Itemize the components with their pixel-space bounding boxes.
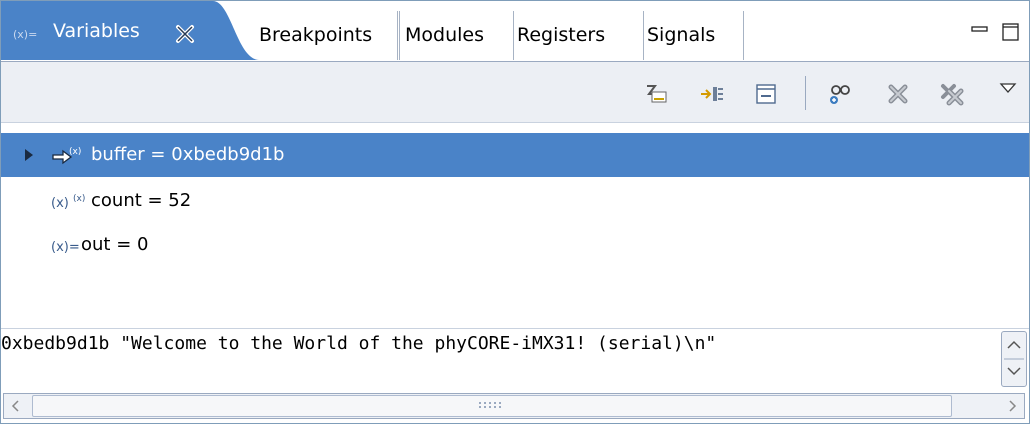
scroll-arrows-icon[interactable] — [1002, 332, 1026, 386]
horizontal-scrollbar[interactable] — [3, 393, 1025, 419]
tab-label: Signals — [647, 24, 716, 46]
scroll-left-icon[interactable] — [4, 394, 28, 418]
variable-label: out = 0 — [81, 234, 149, 255]
tree-row-buffer[interactable]: (x) buffer = 0xbedb9d1b — [1, 133, 1029, 177]
minimize-icon[interactable] — [969, 21, 991, 43]
svg-text:(x)=: (x)= — [13, 28, 37, 41]
tree-row-count[interactable]: (x) (x) count = 52 — [1, 179, 1029, 223]
variables-view: (x)= Variables Breakpoints Modules Regis… — [0, 0, 1030, 424]
close-tab-icon[interactable] — [174, 23, 196, 45]
view-toolbar — [1, 62, 1029, 123]
maximize-icon[interactable] — [1000, 21, 1022, 43]
tab-strip: (x)= Variables Breakpoints Modules Regis… — [1, 1, 1029, 62]
variables-icon: (x)= — [13, 27, 49, 45]
pointer-variable-icon: (x) — [51, 145, 81, 171]
detail-text[interactable]: 0xbedb9d1b "Welcome to the World of the … — [1, 333, 716, 354]
add-watch-icon[interactable] — [827, 82, 853, 106]
scrollbar-thumb[interactable] — [32, 395, 952, 417]
toolbar-separator — [805, 76, 806, 110]
tab-signals[interactable]: Signals — [639, 11, 744, 60]
tab-variables[interactable]: (x)= Variables — [1, 1, 259, 61]
tab-registers[interactable]: Registers — [509, 11, 644, 60]
tab-label: Breakpoints — [259, 24, 373, 46]
remove-icon[interactable] — [885, 82, 911, 106]
vertical-scrollbar[interactable] — [1001, 331, 1027, 387]
variables-tree[interactable]: (x) buffer = 0xbedb9d1b (x) (x) count = … — [1, 123, 1029, 328]
detail-pane[interactable]: 0xbedb9d1b "Welcome to the World of the … — [1, 328, 1029, 423]
view-menu-icon[interactable] — [997, 78, 1023, 102]
svg-text:(x): (x) — [73, 194, 85, 204]
tab-label: Registers — [517, 24, 606, 46]
tree-row-out[interactable]: (x)= out = 0 — [1, 223, 1029, 267]
collapse-all-icon[interactable] — [753, 82, 779, 106]
svg-text:(x): (x) — [51, 196, 69, 211]
svg-text:(x)=: (x)= — [51, 240, 80, 255]
grip-icon — [479, 402, 501, 408]
show-type-names-icon[interactable] — [643, 82, 669, 106]
scroll-right-icon[interactable] — [1000, 394, 1024, 418]
tab-label: Variables — [53, 20, 140, 42]
expand-arrow-icon[interactable] — [23, 146, 35, 161]
variable-label: buffer = 0xbedb9d1b — [91, 144, 285, 165]
variable-icon: (x)= — [51, 235, 85, 261]
show-logical-structure-icon[interactable] — [699, 82, 725, 106]
tab-label: Modules — [405, 24, 484, 46]
svg-text:(x): (x) — [69, 147, 81, 157]
tab-breakpoints[interactable]: Breakpoints — [251, 11, 400, 60]
tab-modules[interactable]: Modules — [397, 11, 514, 60]
remove-all-icon[interactable] — [939, 82, 965, 106]
local-variable-icon: (x) (x) — [51, 191, 85, 217]
variable-label: count = 52 — [91, 190, 192, 211]
